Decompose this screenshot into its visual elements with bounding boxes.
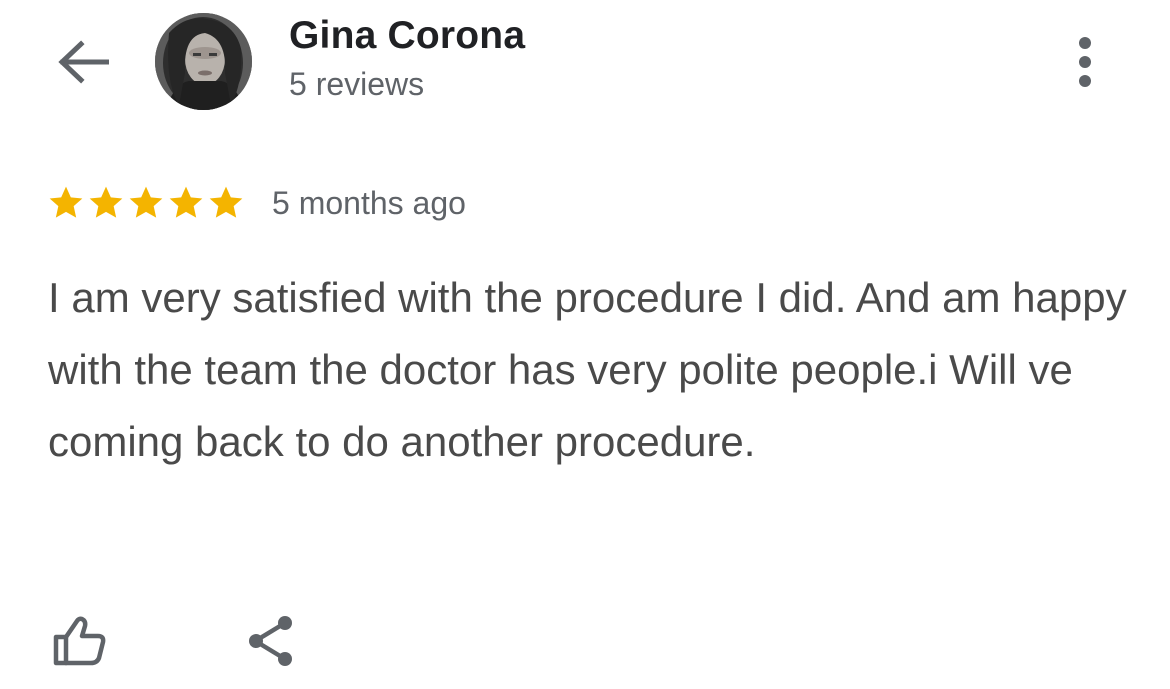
back-button[interactable] xyxy=(52,34,114,90)
star-icon xyxy=(209,186,243,218)
thumbs-up-icon xyxy=(53,616,106,666)
rating-row: 5 months ago xyxy=(46,180,466,226)
user-photo xyxy=(155,13,252,110)
star-icon xyxy=(169,186,203,218)
share-icon xyxy=(249,616,292,666)
more-vertical-icon xyxy=(1079,37,1091,87)
star-rating xyxy=(46,183,246,223)
star-icon xyxy=(89,186,123,218)
share-button[interactable] xyxy=(238,608,304,674)
star-icon xyxy=(129,186,163,218)
arrow-left-icon xyxy=(58,40,109,84)
review-count: 5 reviews xyxy=(289,66,425,102)
avatar[interactable] xyxy=(155,13,252,110)
more-options-button[interactable] xyxy=(1062,32,1108,92)
author-name[interactable]: Gina Corona xyxy=(289,14,525,58)
review-text: I am very satisfied with the procedure I… xyxy=(48,274,1127,465)
review-date: 5 months ago xyxy=(272,184,466,221)
star-icon xyxy=(49,186,83,218)
like-button[interactable] xyxy=(46,608,112,674)
